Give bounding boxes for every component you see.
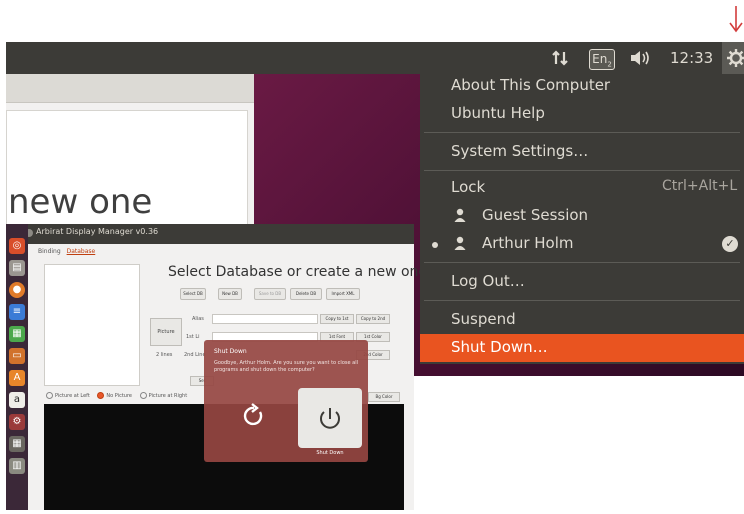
menu-item-user-arthur[interactable]: Arthur Holm xyxy=(482,234,574,252)
shutdown-dialog-title: Shut Down xyxy=(214,348,247,355)
menu-item-help[interactable]: Ubuntu Help xyxy=(451,104,545,122)
shutdown-dialog-message: Goodbye, Arthur Holm. Are you sure you w… xyxy=(214,360,358,373)
menu-item-shutdown[interactable]: Shut Down… xyxy=(420,334,744,362)
first-line-label: 1st Li xyxy=(186,334,200,340)
lock-shortcut-label: Ctrl+Alt+L xyxy=(662,178,738,194)
picture-position-options: Picture at Left No Picture Picture at Ri… xyxy=(46,392,193,399)
clock-indicator[interactable]: 12:33 xyxy=(670,42,718,74)
menu-item-about[interactable]: About This Computer xyxy=(451,76,610,94)
menu-item-guest-session[interactable]: Guest Session xyxy=(482,206,588,224)
menu-separator xyxy=(424,262,740,263)
settings-icon[interactable]: ⚙ xyxy=(9,414,25,430)
picture-button[interactable]: Picture xyxy=(150,318,182,346)
background-window-titlebar xyxy=(6,74,254,103)
workspaces-icon[interactable]: ▦ xyxy=(9,436,25,452)
network-indicator[interactable] xyxy=(551,42,577,74)
gear-icon xyxy=(727,49,744,67)
menu-item-shutdown-label: Shut Down… xyxy=(451,338,548,356)
window-titlebar: Arbirat Display Manager v0.36 xyxy=(6,224,414,244)
app-heading: Select Database or create a new one xyxy=(168,264,428,280)
session-indicator[interactable] xyxy=(722,42,744,74)
dash-icon[interactable]: ◎ xyxy=(9,238,25,254)
keyboard-layout-indicator[interactable]: En2 xyxy=(589,49,615,70)
restart-button[interactable] xyxy=(232,390,276,442)
writer-icon[interactable]: ≡ xyxy=(9,304,25,320)
top-panel: En2 12:33 xyxy=(6,42,744,74)
save-to-db-button[interactable]: Save to DB xyxy=(254,288,286,300)
impress-icon[interactable]: ▭ xyxy=(9,348,25,364)
select-db-button[interactable]: Select DB xyxy=(180,288,206,300)
copy-to-1st-button[interactable]: Copy to 1st xyxy=(320,314,354,324)
calc-icon[interactable]: ▦ xyxy=(9,326,25,342)
alias-input[interactable] xyxy=(212,314,318,324)
firefox-icon[interactable]: ● xyxy=(9,282,25,298)
current-user-check-icon: ✓ xyxy=(722,236,738,252)
radio-no-picture[interactable]: No Picture xyxy=(97,392,132,399)
window-title: Arbirat Display Manager v0.36 xyxy=(36,227,159,236)
tab-binding[interactable]: Binding xyxy=(38,248,61,255)
menu-separator xyxy=(424,300,740,301)
menu-separator xyxy=(424,132,740,133)
menu-separator xyxy=(424,170,740,171)
unity-launcher: ◎ ▤ ● ≡ ▦ ▭ A a ⚙ ▦ ▥ xyxy=(6,224,28,510)
alias-label: Alias xyxy=(192,316,204,322)
import-xml-button[interactable]: Import XML xyxy=(326,288,360,300)
active-user-bullet-icon xyxy=(432,242,438,248)
files-icon[interactable]: ▤ xyxy=(9,260,25,276)
guest-user-icon xyxy=(454,208,466,222)
new-db-button[interactable]: New DB xyxy=(218,288,242,300)
delete-db-button[interactable]: Delete DB xyxy=(290,288,322,300)
trash-icon[interactable]: ▥ xyxy=(9,458,25,474)
shutdown-dialog: Shut Down Goodbye, Arthur Holm. Are you … xyxy=(204,340,368,462)
restart-icon xyxy=(243,403,263,426)
bg-color-button[interactable]: Bg Color xyxy=(368,392,400,402)
background-window: new one xyxy=(6,74,254,226)
software-center-icon[interactable]: A xyxy=(9,370,25,386)
sound-indicator[interactable] xyxy=(628,42,656,74)
annotation-arrow-icon xyxy=(729,6,743,33)
network-icon xyxy=(552,50,568,66)
second-line-label: 2nd Line xyxy=(184,352,206,358)
tab-database[interactable]: Database xyxy=(67,248,96,255)
session-menu: About This Computer Ubuntu Help System S… xyxy=(420,74,744,364)
menu-item-log-out[interactable]: Log Out… xyxy=(451,272,525,290)
menu-item-system-settings[interactable]: System Settings… xyxy=(451,142,588,160)
user-icon xyxy=(454,236,466,250)
two-lines-checkbox[interactable]: 2 lines xyxy=(156,352,172,358)
copy-to-2nd-button[interactable]: Copy to 2nd xyxy=(356,314,390,324)
menu-item-lock[interactable]: Lock xyxy=(451,178,485,196)
keyboard-layout-sub: 2 xyxy=(607,60,612,69)
radio-picture-left[interactable]: Picture at Left xyxy=(46,392,90,399)
radio-picture-right[interactable]: Picture at Right xyxy=(139,392,187,399)
amazon-icon[interactable]: a xyxy=(9,392,25,408)
shutdown-button[interactable] xyxy=(298,388,362,448)
power-icon xyxy=(320,408,340,429)
menu-item-suspend[interactable]: Suspend xyxy=(451,310,516,328)
shutdown-button-label: Shut Down xyxy=(316,450,344,456)
keyboard-layout-label: En xyxy=(592,52,608,66)
background-window-heading: new one xyxy=(8,182,153,222)
speaker-icon xyxy=(631,51,649,65)
database-list[interactable] xyxy=(44,264,140,386)
app-tab-bar: Binding Database xyxy=(38,248,95,255)
